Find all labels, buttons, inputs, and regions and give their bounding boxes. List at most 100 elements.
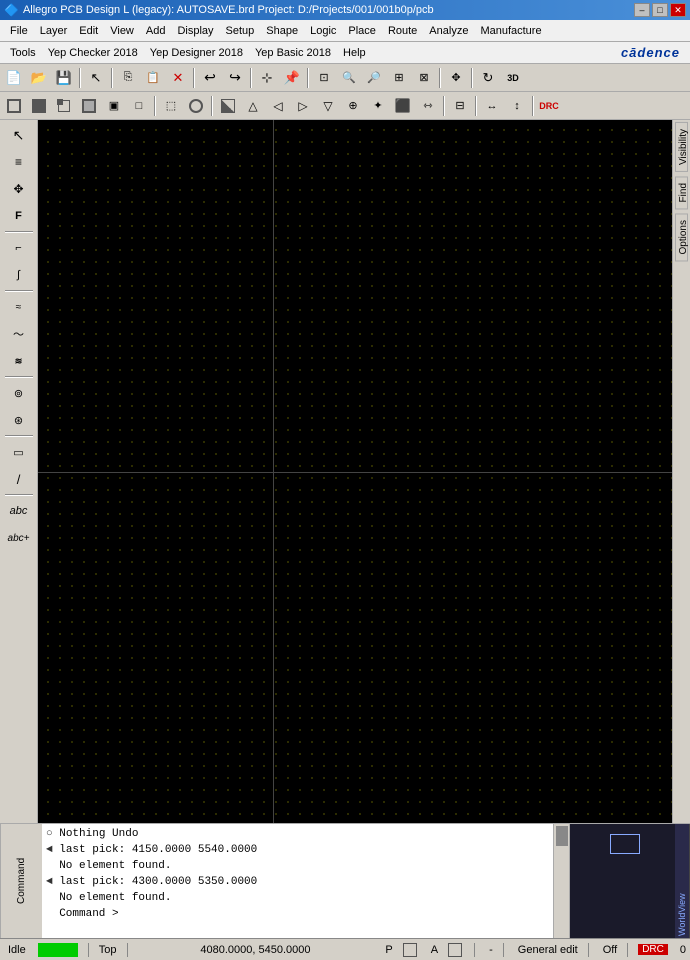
left-btn-line[interactable]: / bbox=[4, 466, 34, 492]
tb-pan-button[interactable]: ✥ bbox=[444, 66, 468, 90]
menu-shape[interactable]: Shape bbox=[260, 23, 304, 39]
bottom-console: Command ○ Nothing Undo ◄ last pick: 4150… bbox=[0, 823, 690, 938]
title-bar: 🔷 Allegro PCB Design L (legacy): AUTOSAV… bbox=[0, 0, 690, 20]
menu-edit[interactable]: Edit bbox=[73, 23, 104, 39]
maximize-button[interactable]: □ bbox=[652, 3, 668, 17]
tb2-btn16[interactable]: ⬛ bbox=[391, 94, 415, 118]
toolbar-separator bbox=[111, 68, 113, 88]
menu-view[interactable]: View bbox=[104, 23, 140, 39]
menu-setup[interactable]: Setup bbox=[220, 23, 261, 39]
menu-help[interactable]: Help bbox=[337, 45, 372, 61]
tb2-btn1[interactable] bbox=[2, 94, 26, 118]
tb2-btn4[interactable] bbox=[77, 94, 101, 118]
left-btn-shape[interactable]: ▭ bbox=[4, 439, 34, 465]
tb-refresh-button[interactable]: ↻ bbox=[476, 66, 500, 90]
left-btn-text2[interactable]: abc+ bbox=[4, 525, 34, 551]
canvas-area[interactable] bbox=[38, 120, 672, 823]
tb2-btn18[interactable]: ⊟ bbox=[448, 94, 472, 118]
left-btn-snake[interactable]: 〜 bbox=[4, 321, 34, 347]
tb2-drc-button[interactable]: DRC bbox=[537, 94, 561, 118]
left-btn-timing[interactable]: ≈ bbox=[4, 294, 34, 320]
left-separator bbox=[5, 494, 33, 496]
console-line-2: ◄ last pick: 4150.0000 5540.0000 bbox=[46, 842, 549, 858]
menu-place[interactable]: Place bbox=[342, 23, 382, 39]
tb-snap-button[interactable]: ⊹ bbox=[255, 66, 279, 90]
tb2-btn6[interactable]: □ bbox=[127, 94, 151, 118]
tb-redo-button[interactable]: ↪ bbox=[223, 66, 247, 90]
tb-zoom-prev-button[interactable]: ⊠ bbox=[412, 66, 436, 90]
tb-zoom-fit-button[interactable]: ⊞ bbox=[387, 66, 411, 90]
menu-display[interactable]: Display bbox=[171, 23, 219, 39]
tb2-btn7[interactable]: ⬚ bbox=[159, 94, 183, 118]
tb2-btn20[interactable]: ↕ bbox=[505, 94, 529, 118]
tb2-btn5[interactable]: ▣ bbox=[102, 94, 126, 118]
tb-copy-button[interactable]: ⎘ bbox=[116, 66, 140, 90]
status-off-label: Off bbox=[603, 944, 617, 956]
menu-manufacture[interactable]: Manufacture bbox=[474, 23, 547, 39]
left-btn-via[interactable]: ⊚ bbox=[4, 380, 34, 406]
minimize-button[interactable]: – bbox=[634, 3, 650, 17]
console-line-3: No element found. bbox=[46, 858, 549, 874]
console-text-6: Command > bbox=[46, 908, 119, 920]
left-btn-move[interactable]: ✥ bbox=[4, 176, 34, 202]
tb-zoom-out-button[interactable]: 🔎 bbox=[362, 66, 386, 90]
menu-yep-designer[interactable]: Yep Designer 2018 bbox=[144, 45, 249, 61]
status-indicator-green bbox=[38, 943, 78, 957]
menu-route[interactable]: Route bbox=[382, 23, 423, 39]
menu-file[interactable]: File bbox=[4, 23, 34, 39]
tb2-btn2[interactable] bbox=[27, 94, 51, 118]
tb2-btn15[interactable]: ✦ bbox=[366, 94, 390, 118]
toolbar-separator bbox=[439, 68, 441, 88]
tb-pin-button[interactable]: 📌 bbox=[280, 66, 304, 90]
tb2-btn19[interactable]: ↔ bbox=[480, 94, 504, 118]
tb-undo-button[interactable]: ↩ bbox=[198, 66, 222, 90]
status-separator bbox=[474, 943, 475, 957]
visibility-tab[interactable]: Visibility bbox=[675, 122, 688, 172]
main-layout: ↖ ≡ ✥ F ⌐ ∫ ≈ 〜 ≋ ⊚ ⊛ ▭ / abc abc+ Visib… bbox=[0, 120, 690, 823]
tb-open-button[interactable]: 📂 bbox=[27, 66, 51, 90]
left-btn-add-connect[interactable]: ⌐ bbox=[4, 235, 34, 261]
tb-zoom-in-button[interactable]: 🔍 bbox=[337, 66, 361, 90]
menu-add[interactable]: Add bbox=[140, 23, 172, 39]
menu-yep-checker[interactable]: Yep Checker 2018 bbox=[42, 45, 144, 61]
tb2-btn10[interactable]: △ bbox=[241, 94, 265, 118]
menu-layer[interactable]: Layer bbox=[34, 23, 74, 39]
tb2-btn12[interactable]: ▷ bbox=[291, 94, 315, 118]
tb2-btn17[interactable]: ⇿ bbox=[416, 94, 440, 118]
tb-select-button[interactable]: ↖ bbox=[84, 66, 108, 90]
menu-logic[interactable]: Logic bbox=[304, 23, 342, 39]
menu-analyze[interactable]: Analyze bbox=[423, 23, 474, 39]
left-btn-text[interactable]: abc bbox=[4, 498, 34, 524]
left-btn-layers[interactable]: ≡ bbox=[4, 149, 34, 175]
left-btn-route[interactable]: F bbox=[4, 203, 34, 229]
find-tab[interactable]: Find bbox=[675, 176, 688, 209]
options-tab[interactable]: Options bbox=[675, 213, 688, 261]
left-btn-select[interactable]: ↖ bbox=[4, 122, 34, 148]
left-separator bbox=[5, 435, 33, 437]
left-btn-slide[interactable]: ∫ bbox=[4, 262, 34, 288]
tb-paste-button[interactable]: 📋 bbox=[141, 66, 165, 90]
tb2-btn3[interactable] bbox=[52, 94, 76, 118]
tb-zoom-region-button[interactable]: ⊡ bbox=[312, 66, 336, 90]
tb2-btn9[interactable] bbox=[216, 94, 240, 118]
left-btn-fanout[interactable]: ⊛ bbox=[4, 407, 34, 433]
console-bullet-4: ◄ bbox=[46, 876, 53, 888]
console-line-1: ○ Nothing Undo bbox=[46, 826, 549, 842]
tb-save-button[interactable]: 💾 bbox=[52, 66, 76, 90]
close-button[interactable]: ✕ bbox=[670, 3, 686, 17]
left-btn-diff[interactable]: ≋ bbox=[4, 348, 34, 374]
tb2-btn8[interactable] bbox=[184, 94, 208, 118]
console-scrollbar[interactable] bbox=[554, 824, 570, 938]
tb2-btn14[interactable]: ⊕ bbox=[341, 94, 365, 118]
tb2-btn13[interactable]: ▽ bbox=[316, 94, 340, 118]
menu-tools[interactable]: Tools bbox=[4, 45, 42, 61]
status-layer: Top bbox=[99, 944, 117, 956]
status-zero: 0 bbox=[680, 944, 686, 956]
tb-3d-button[interactable]: 3D bbox=[501, 66, 525, 90]
status-p-label: P bbox=[385, 944, 392, 956]
tb-delete-button[interactable]: ✕ bbox=[166, 66, 190, 90]
toolbar-separator bbox=[79, 68, 81, 88]
tb-new-button[interactable]: 📄 bbox=[2, 66, 26, 90]
menu-yep-basic[interactable]: Yep Basic 2018 bbox=[249, 45, 337, 61]
tb2-btn11[interactable]: ◁ bbox=[266, 94, 290, 118]
